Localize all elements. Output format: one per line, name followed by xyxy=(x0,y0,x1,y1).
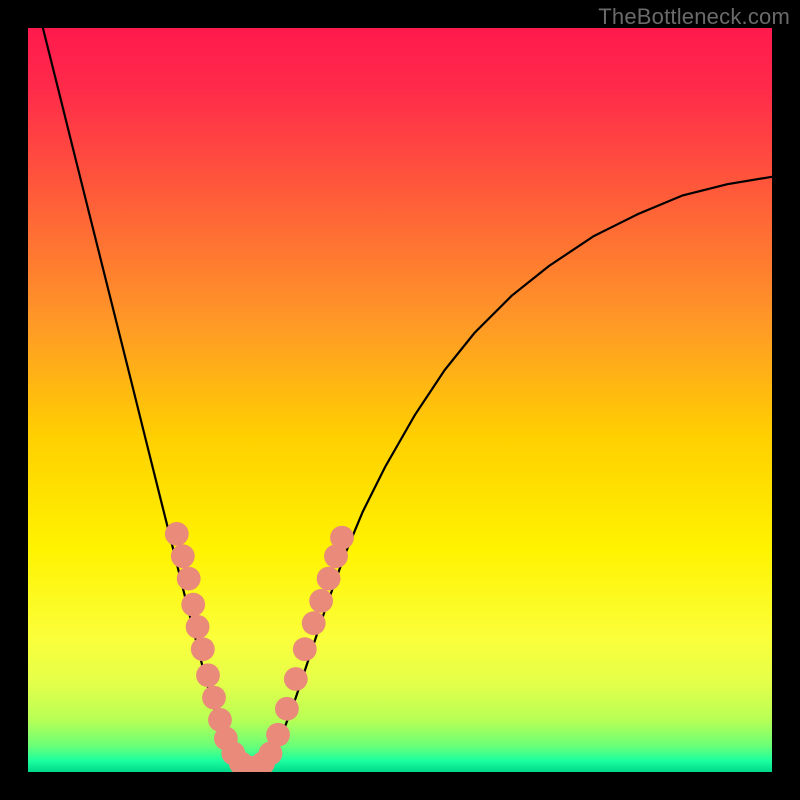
highlight-dot xyxy=(330,526,354,550)
highlight-dot xyxy=(202,686,226,710)
highlight-dot xyxy=(275,697,299,721)
highlight-dot xyxy=(309,589,333,613)
highlight-dot xyxy=(293,637,317,661)
highlight-dot xyxy=(317,567,341,591)
highlight-dot xyxy=(284,667,308,691)
highlight-dot xyxy=(196,663,220,687)
highlight-dot xyxy=(181,593,205,617)
highlight-dot xyxy=(191,637,215,661)
highlight-dot xyxy=(177,567,201,591)
highlight-dot xyxy=(186,615,210,639)
attribution-watermark: TheBottleneck.com xyxy=(598,4,790,30)
bottleneck-curve xyxy=(43,28,772,772)
plot-area xyxy=(28,28,772,772)
highlight-dots xyxy=(165,522,354,772)
curve-layer xyxy=(28,28,772,772)
chart-canvas: TheBottleneck.com xyxy=(0,0,800,800)
highlight-dot xyxy=(171,544,195,568)
highlight-dot xyxy=(266,723,290,747)
highlight-dot xyxy=(165,522,189,546)
highlight-dot xyxy=(302,611,326,635)
